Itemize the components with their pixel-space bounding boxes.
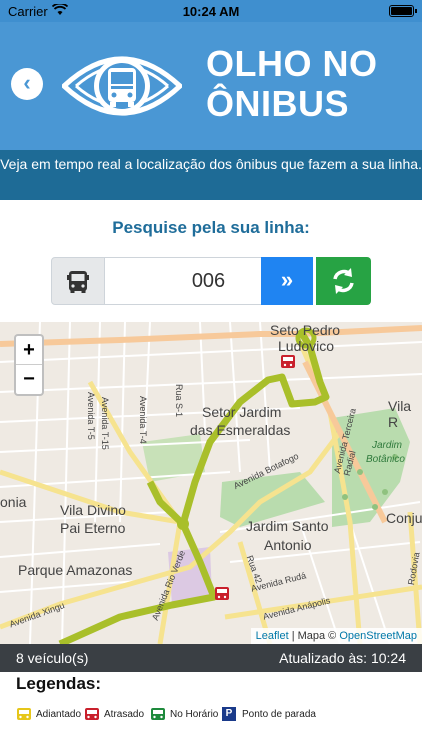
attribution-separator: | Mapa © xyxy=(288,630,340,642)
bus-red-icon xyxy=(85,708,99,720)
legend-label: No Horário xyxy=(170,709,219,720)
battery-icon xyxy=(389,5,414,17)
legend-label: Adiantado xyxy=(36,709,82,720)
legend-label: Ponto de parada xyxy=(242,709,316,720)
legend-title: Legendas: xyxy=(16,674,102,693)
map-label: das Esmeraldas xyxy=(190,422,291,438)
legend: Adiantado Atrasado No Horário P Ponto de… xyxy=(16,706,416,724)
map-label: Avenida T-15 xyxy=(100,397,110,450)
map-label: Jardim xyxy=(372,440,403,451)
zoom-out-button[interactable]: − xyxy=(16,365,42,394)
legend-label: Atrasado xyxy=(104,709,145,720)
map-label: onia xyxy=(0,494,27,510)
zoom-control: + − xyxy=(14,334,44,396)
logo-wordmark: OLHO NO ÔNIBUS xyxy=(206,44,378,124)
map-attribution: Leaflet | Mapa © OpenStreetMap xyxy=(250,628,422,644)
bus-icon xyxy=(51,257,105,305)
logo-line-1: OLHO NO xyxy=(206,43,378,84)
map-label: Jardim Santo xyxy=(246,518,329,534)
osm-link[interactable]: OpenStreetMap xyxy=(339,630,417,642)
refresh-button[interactable] xyxy=(316,257,371,305)
leaflet-link[interactable]: Leaflet xyxy=(256,630,289,642)
status-bar: Carrier 10:24 AM xyxy=(0,0,422,22)
bus-marker-late-1 xyxy=(281,355,295,368)
map-label: Vila R xyxy=(388,398,412,430)
map-tiles xyxy=(0,322,422,644)
map-label: Parque Amazonas xyxy=(18,562,133,578)
back-button[interactable]: ‹ xyxy=(11,68,43,100)
refresh-icon xyxy=(333,268,354,294)
vehicle-count: 8 veículo(s) xyxy=(16,650,89,666)
bus-yellow-icon xyxy=(17,708,31,720)
clock: 10:24 AM xyxy=(182,4,240,19)
logo-line-2: ÔNIBUS xyxy=(206,83,350,124)
tagline: Veja em tempo real a localização dos ôni… xyxy=(0,150,422,200)
battery-tip xyxy=(415,9,417,13)
bus-marker-late-2 xyxy=(215,587,229,600)
bus-green-icon xyxy=(151,708,165,720)
map-label: Rua S-1 xyxy=(174,384,184,418)
map-label: Vila Divino xyxy=(60,502,126,518)
line-search-group: » xyxy=(51,257,371,305)
map-label: Avenida T-5 xyxy=(86,392,96,440)
map-label: Pai Eterno xyxy=(60,520,126,536)
search-title: Pesquise pela sua linha: xyxy=(112,218,310,237)
app-header: ‹ OLHO NO ÔNIBUS xyxy=(0,22,422,150)
map-label: Setor Jardim xyxy=(202,404,282,420)
map-label: Conju xyxy=(386,510,422,526)
map-label: Ludovico xyxy=(278,338,335,354)
map-label: Avenida T-4 xyxy=(138,396,148,444)
map-label: Seto Pedro xyxy=(270,322,341,338)
search-button[interactable]: » xyxy=(261,257,313,305)
eye-bus-logo-icon xyxy=(62,56,182,116)
map-label: Antonio xyxy=(264,537,312,553)
last-updated: Atualizado às: 10:24 xyxy=(279,650,406,666)
zoom-in-button[interactable]: + xyxy=(16,336,42,365)
parking-icon: P xyxy=(222,707,236,721)
map-label: Botânico xyxy=(366,454,405,465)
vehicle-info-bar: 8 veículo(s) Atualizado às: 10:24 xyxy=(0,644,422,672)
route-map[interactable]: Seto Pedro Ludovico Setor Jardim das Esm… xyxy=(0,322,422,644)
